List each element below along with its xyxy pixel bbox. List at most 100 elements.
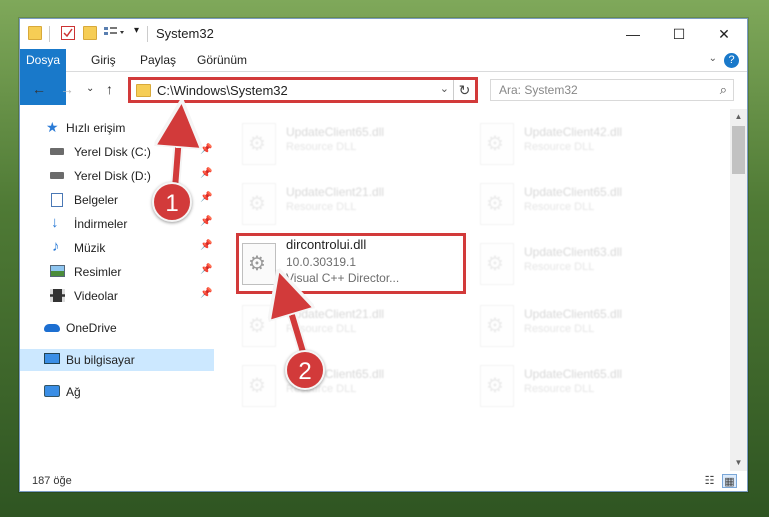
folder-icon [136, 84, 151, 97]
address-dropdown-icon[interactable]: ⌄ [440, 82, 449, 95]
file-item[interactable]: ⚙ UpdateClient65.dll Resource DLL [474, 297, 702, 353]
properties-icon[interactable] [61, 26, 75, 40]
nav-item-music[interactable]: ♪ Müzik 📌 [20, 237, 214, 259]
nav-item-label: Bu bilgisayar [66, 353, 135, 367]
up-icon[interactable]: ↑ [106, 81, 113, 97]
scroll-up-icon[interactable]: ▲ [730, 109, 747, 125]
nav-item-label: İndirmeler [74, 217, 128, 231]
expand-ribbon-icon[interactable]: ⌄ [709, 53, 717, 64]
file-item[interactable]: ⚙ UpdateClient63.dll Resource DLL [474, 235, 702, 291]
file-name: UpdateClient63.dll [524, 245, 623, 259]
large-icons-view-icon[interactable]: ▦ [722, 474, 737, 488]
callout-badge-1: 1 [152, 182, 192, 222]
scroll-thumb[interactable] [732, 126, 745, 174]
new-folder-icon[interactable] [83, 26, 97, 40]
back-icon[interactable]: ← [32, 81, 46, 97]
drive-icon [50, 172, 64, 179]
tab-share[interactable]: Paylaş [140, 49, 176, 72]
search-placeholder: Ara: System32 [499, 83, 578, 97]
nav-item-onedrive[interactable]: OneDrive [20, 317, 214, 339]
nav-item-label: OneDrive [66, 321, 117, 335]
close-button[interactable]: ✕ [701, 19, 747, 49]
file-description: Resource DLL [524, 323, 595, 335]
onedrive-icon [44, 324, 60, 332]
nav-item-label: Hızlı erişim [66, 121, 126, 135]
music-icon: ♪ [52, 238, 60, 255]
file-item[interactable]: ⚙ UpdateClient21.dll Resource DLL [236, 297, 464, 353]
explorer-window: ▾ System32 — ☐ ✕ Dosya Giriş Paylaş Görü… [19, 18, 748, 492]
nav-item-network[interactable]: Ağ [20, 381, 214, 403]
pictures-icon [50, 265, 65, 277]
file-item[interactable]: ⚙ UpdateClient21.dll Resource DLL [236, 175, 464, 231]
nav-item-label: Yerel Disk (C:) [74, 145, 151, 159]
refresh-icon[interactable]: ↻ [453, 80, 475, 100]
file-item[interactable]: ⚙ UpdateClient65.dll Resource DLL [474, 357, 702, 413]
nav-item-quick-access[interactable]: ★ Hızlı erişim [20, 117, 214, 139]
file-name: UpdateClient21.dll [286, 185, 385, 199]
file-name: UpdateClient65.dll [286, 125, 385, 139]
customize-toolbar-icon[interactable] [104, 26, 124, 40]
videos-icon [50, 289, 65, 302]
navigation-pane: ★ Hızlı erişim Yerel Disk (C:) 📌 Yerel D… [20, 109, 214, 469]
network-icon [44, 385, 60, 397]
dll-file-icon: ⚙ [480, 365, 514, 407]
star-icon: ★ [46, 119, 59, 135]
item-count: 187 öğe [32, 475, 72, 487]
nav-item-this-pc[interactable]: Bu bilgisayar [20, 349, 214, 371]
file-item[interactable]: ⚙ UpdateClient65.dll Resource DLL [474, 175, 702, 231]
maximize-button[interactable]: ☐ [656, 19, 702, 49]
address-bar[interactable]: C:\Windows\System32 ⌄ ↻ [128, 77, 478, 103]
ribbon-tabs: Dosya Giriş Paylaş Görünüm ⌄ ? [20, 49, 747, 105]
window-title: System32 [156, 26, 214, 41]
file-description: Resource DLL [286, 323, 357, 335]
details-view-icon[interactable]: ☷ [702, 474, 717, 488]
vertical-scrollbar[interactable]: ▲ ▼ [730, 109, 747, 471]
nav-item-drive-d[interactable]: Yerel Disk (D:) 📌 [20, 165, 214, 187]
dll-file-icon: ⚙ [242, 365, 276, 407]
address-path[interactable]: C:\Windows\System32 [157, 83, 288, 98]
pin-icon[interactable]: 📌 [200, 240, 212, 251]
nav-item-label: Resimler [74, 265, 122, 279]
file-name: UpdateClient21.dll [286, 307, 385, 321]
tab-home[interactable]: Giriş [91, 49, 116, 72]
file-item[interactable]: ⚙ UpdateClient65.dll Resource DLL [236, 115, 464, 171]
pin-icon[interactable]: 📌 [200, 264, 212, 275]
file-description: Resource DLL [524, 141, 595, 153]
nav-item-label: Videolar [74, 289, 118, 303]
file-list: ⚙ UpdateClient65.dll Resource DLL ⚙ Upda… [216, 109, 730, 469]
pin-icon[interactable]: 📌 [200, 288, 212, 299]
documents-icon [51, 193, 63, 207]
divider [147, 26, 148, 42]
navigation-bar: ← → ⌄ ↑ C:\Windows\System32 ⌄ ↻ Ara: Sys… [20, 73, 747, 109]
divider [49, 26, 50, 42]
pin-icon[interactable]: 📌 [200, 144, 212, 155]
folder-icon [28, 26, 42, 40]
pin-icon[interactable]: 📌 [200, 168, 212, 179]
download-icon: ↓ [51, 214, 59, 231]
file-name: UpdateClient65.dll [524, 367, 623, 381]
search-icon[interactable]: ⌕ [720, 82, 727, 98]
file-item[interactable]: ⚙ UpdateClient65.dll Resource DLL [236, 357, 464, 413]
title-bar: ▾ System32 — ☐ ✕ [20, 19, 747, 49]
computer-icon [44, 353, 60, 364]
nav-item-videos[interactable]: Videolar 📌 [20, 285, 214, 307]
file-description: Resource DLL [286, 141, 357, 153]
highlight-box [236, 233, 466, 294]
quick-access-dropdown-icon[interactable]: ▾ [134, 25, 139, 36]
pin-icon[interactable]: 📌 [200, 216, 212, 227]
tab-view[interactable]: Görünüm [197, 49, 247, 72]
dll-file-icon: ⚙ [480, 305, 514, 347]
nav-item-pictures[interactable]: Resimler 📌 [20, 261, 214, 283]
file-description: Resource DLL [524, 201, 595, 213]
search-input[interactable]: Ara: System32 ⌕ [490, 79, 734, 101]
file-item[interactable]: ⚙ UpdateClient42.dll Resource DLL [474, 115, 702, 171]
help-icon[interactable]: ? [724, 53, 739, 68]
nav-item-drive-c[interactable]: Yerel Disk (C:) 📌 [20, 141, 214, 163]
forward-icon[interactable]: → [60, 81, 74, 97]
file-description: Resource DLL [524, 261, 595, 273]
pin-icon[interactable]: 📌 [200, 192, 212, 203]
recent-locations-icon[interactable]: ⌄ [86, 83, 94, 94]
dll-file-icon: ⚙ [480, 183, 514, 225]
scroll-down-icon[interactable]: ▼ [730, 455, 747, 471]
minimize-button[interactable]: — [610, 19, 656, 49]
